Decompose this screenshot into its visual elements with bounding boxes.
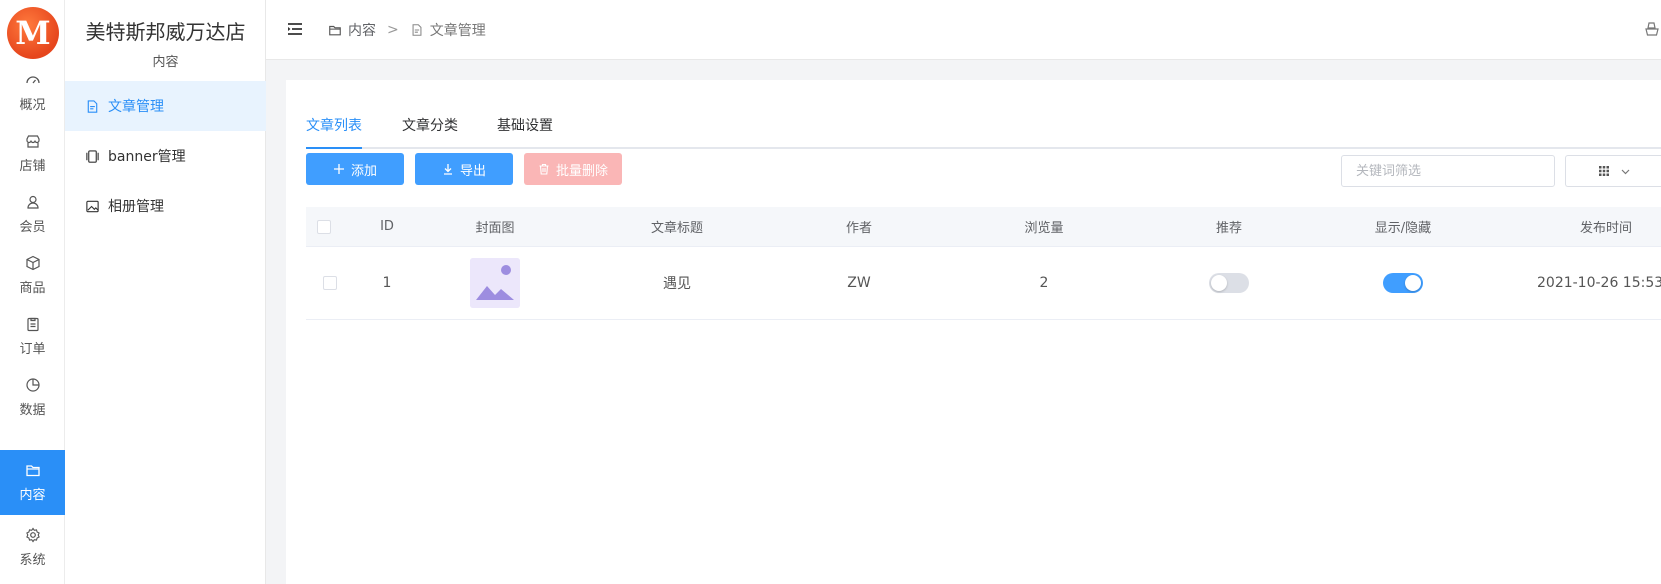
menu-item-banner[interactable]: banner管理 [65, 131, 266, 181]
column-header-title[interactable]: 文章标题 [558, 207, 796, 246]
toggle-knob [1405, 275, 1421, 291]
document-icon [87, 99, 98, 113]
rail-item-overview[interactable]: 概况 [0, 60, 65, 125]
batch-delete-button[interactable]: 批量删除 [524, 153, 622, 185]
column-header-recommend[interactable]: 推荐 [1166, 207, 1292, 246]
toggle-knob [1211, 275, 1227, 291]
rail-item-products[interactable]: 商品 [0, 243, 65, 308]
clipboard-icon [26, 317, 39, 332]
select-all-checkbox[interactable] [317, 219, 331, 234]
user-icon [26, 195, 39, 209]
column-header-author[interactable]: 作者 [796, 207, 922, 246]
rail-item-label: 会员 [19, 220, 46, 235]
carousel-icon [86, 149, 99, 163]
dashboard-icon [25, 76, 40, 84]
trash-icon [539, 163, 549, 175]
row-id: 1 [382, 275, 392, 291]
rail-item-content[interactable]: 内容 [0, 450, 65, 515]
keyword-filter-input[interactable] [1341, 155, 1555, 187]
row-checkbox[interactable] [323, 276, 337, 290]
tab-bar: 文章列表 文章分类 基础设置 [306, 108, 1661, 149]
menu-item-articles[interactable]: 文章管理 [65, 81, 266, 131]
rail-item-label: 店铺 [19, 159, 46, 174]
box-icon [25, 255, 40, 271]
rail-item-label: 内容 [19, 488, 46, 503]
row-title[interactable]: 遇见 [558, 247, 796, 319]
row-cover-cell [432, 247, 558, 319]
menu-item-label: 相册管理 [108, 199, 164, 215]
row-publish-time: 2021-10-26 15:53:14 [1537, 275, 1661, 291]
rail-item-label: 概况 [19, 98, 46, 113]
select-all-cell [306, 207, 342, 246]
export-button[interactable]: 导出 [415, 153, 513, 185]
shop-name: 美特斯邦威万达店 [85, 20, 246, 44]
column-settings-button[interactable] [1565, 155, 1661, 187]
document-icon [412, 24, 422, 36]
menu-item-albums[interactable]: 相册管理 [65, 181, 266, 231]
add-button-label: 添加 [350, 163, 377, 179]
add-button[interactable]: 添加 [306, 153, 404, 185]
breadcrumb-item-articles: 文章管理 [429, 23, 486, 39]
collapse-menu-icon[interactable] [286, 20, 304, 38]
store-icon [25, 135, 40, 148]
column-header-visibility[interactable]: 显示/隐藏 [1292, 207, 1514, 246]
pie-chart-icon [25, 378, 40, 392]
column-header-id[interactable]: ID [342, 207, 432, 246]
rail-item-label: 商品 [19, 281, 46, 296]
gear-icon [25, 527, 40, 543]
rail-item-members[interactable]: 会员 [0, 182, 65, 247]
menu-item-label: 文章管理 [108, 99, 164, 115]
rail-item-store[interactable]: 店铺 [0, 121, 65, 186]
batch-delete-button-label: 批量删除 [555, 163, 608, 179]
tab-basic-settings[interactable]: 基础设置 [497, 108, 553, 149]
secondary-menu: 美特斯邦威万达店 内容 文章管理 banner管理 相册管理 [65, 0, 266, 584]
column-header-views[interactable]: 浏览量 [922, 207, 1166, 246]
row-visibility-cell [1292, 247, 1514, 319]
rail-item-label: 数据 [19, 403, 46, 418]
table-header: ID 封面图 文章标题 作者 浏览量 推荐 显示/隐藏 发布时间 [306, 207, 1661, 247]
picture-icon [86, 200, 99, 212]
app-root: M 概况 店铺 会员 商品 订单 数据 内容 系统 美特斯邦威万达店 内容 文章… [0, 0, 1661, 584]
row-author: ZW [847, 275, 871, 291]
menu-item-label: banner管理 [108, 149, 186, 165]
clear-cache-icon[interactable] [1643, 20, 1661, 38]
tab-article-category[interactable]: 文章分类 [402, 108, 458, 149]
rail-item-label: 系统 [19, 553, 46, 568]
folder-icon [329, 25, 341, 36]
rail-item-system[interactable]: 系统 [0, 515, 65, 580]
export-button-label: 导出 [459, 163, 486, 179]
table-row: 1 遇见 ZW 2 2021-10-26 15:53:14 [306, 247, 1661, 320]
visibility-toggle[interactable] [1383, 273, 1423, 293]
submenu-heading: 内容 [152, 55, 179, 70]
rail-item-orders[interactable]: 订单 [0, 304, 65, 369]
cover-image-placeholder-icon[interactable] [470, 258, 520, 308]
top-bar: 内容 > 文章管理 [266, 0, 1661, 60]
primary-nav-rail: M 概况 店铺 会员 商品 订单 数据 内容 系统 [0, 0, 65, 584]
recommend-toggle[interactable] [1209, 273, 1249, 293]
row-views: 2 [1039, 275, 1049, 291]
plus-icon [333, 164, 344, 174]
breadcrumb: 内容 > 文章管理 [328, 20, 486, 40]
rail-item-label: 订单 [19, 342, 46, 357]
logo-letter: M [15, 14, 51, 52]
rail-item-data[interactable]: 数据 [0, 365, 65, 430]
column-header-publish-time[interactable]: 发布时间 [1514, 207, 1661, 246]
chevron-down-icon [1621, 169, 1630, 174]
grid-icon [1599, 166, 1609, 176]
download-icon [443, 164, 452, 175]
breadcrumb-separator: > [387, 22, 399, 38]
breadcrumb-item-content[interactable]: 内容 [348, 20, 376, 40]
column-header-cover[interactable]: 封面图 [432, 207, 558, 246]
row-recommend-cell [1166, 247, 1292, 319]
brand-logo[interactable]: M [7, 7, 59, 59]
tab-article-list[interactable]: 文章列表 [306, 108, 362, 149]
folder-icon [25, 465, 40, 477]
